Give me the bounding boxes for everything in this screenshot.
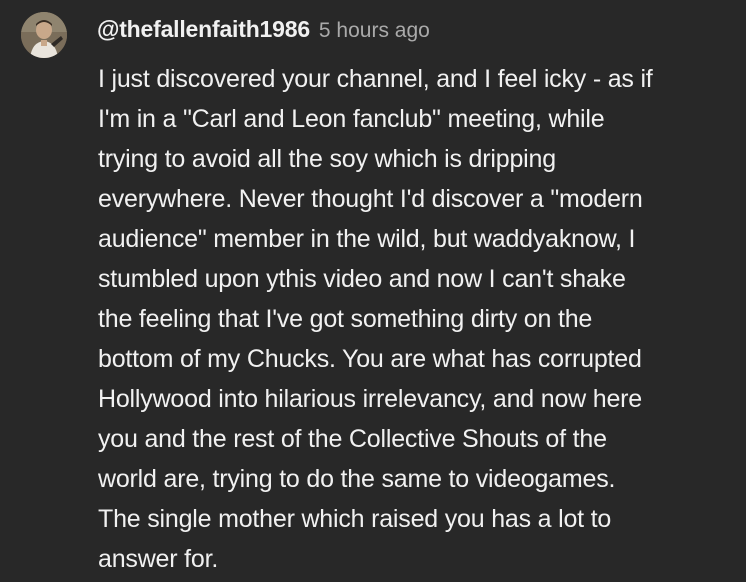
- comment-body-line: bottom of my Chucks. You are what has co…: [98, 345, 642, 373]
- comment-body-line: I just discovered your channel, and I fe…: [98, 65, 653, 93]
- comment-body-line: world are, trying to do the same to vide…: [98, 465, 616, 493]
- comment-body-line: trying to avoid all the soy which is dri…: [98, 145, 556, 173]
- comment-timestamp[interactable]: 5 hours ago: [319, 19, 430, 43]
- comment-body-line: stumbled upon ythis video and now I can'…: [98, 265, 626, 293]
- comment-body-line: everywhere. Never thought I'd discover a…: [98, 185, 643, 213]
- comment-body-line: I'm in a "Carl and Leon fanclub" meeting…: [98, 105, 605, 133]
- comment-body-line: the feeling that I've got something dirt…: [98, 305, 593, 333]
- comment-body-line: audience" member in the wild, but waddya…: [98, 225, 636, 253]
- comment-body-line: you and the rest of the Collective Shout…: [98, 425, 607, 453]
- user-avatar-icon: [21, 12, 67, 58]
- comment-header: @thefallenfaith1986 5 hours ago: [97, 16, 430, 50]
- author-avatar[interactable]: [21, 12, 67, 58]
- comment-body-line: The single mother which raised you has a…: [98, 505, 612, 533]
- comment-body-line: Hollywood into hilarious irrelevancy, an…: [98, 385, 642, 413]
- comment-body-line: answer for.: [98, 545, 219, 573]
- author-handle[interactable]: @thefallenfaith1986: [97, 16, 310, 43]
- comment-body: I just discovered your channel, and I fe…: [98, 59, 738, 579]
- comment-thread: @thefallenfaith1986 5 hours ago I just d…: [0, 0, 746, 582]
